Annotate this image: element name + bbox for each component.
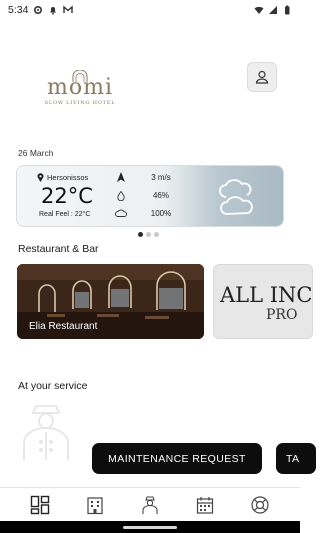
mail-icon (63, 5, 74, 13)
bell-icon (50, 7, 57, 15)
nav-dashboard[interactable] (28, 493, 52, 517)
nav-calendar[interactable] (193, 493, 217, 517)
dashboard-icon (30, 495, 49, 514)
humidity: 46% (152, 191, 169, 200)
promo-card-all-inclusive[interactable]: ALL INC PRO (213, 264, 313, 339)
promo-subtitle: PRO (266, 307, 298, 323)
logo-wordmark: momi (46, 75, 113, 100)
logo-tagline: SLOW LIVING HOTEL (44, 100, 116, 106)
nav-hotel[interactable] (83, 493, 107, 517)
profile-button[interactable] (247, 62, 277, 92)
temperature: 22°C (41, 184, 93, 208)
wifi-icon (254, 6, 264, 14)
user-icon (255, 70, 269, 84)
carousel-pagination[interactable] (138, 232, 159, 237)
pagination-dot[interactable] (154, 232, 159, 237)
bottom-navigation (0, 487, 300, 521)
status-bar: 5:34 (0, 0, 300, 20)
pagination-dot[interactable] (138, 232, 143, 237)
system-navigation-bar (0, 521, 300, 533)
calendar-icon (197, 496, 214, 514)
humidity-icon (117, 191, 125, 201)
cloud-cover: 100% (150, 209, 172, 218)
promo-title: ALL INC (220, 283, 313, 307)
restaurant-card-title: Elia Restaurant (29, 321, 98, 332)
maintenance-request-button[interactable]: MAINTENANCE REQUEST (92, 443, 262, 474)
settings-icon (34, 5, 43, 15)
signal-icon (269, 6, 277, 14)
cloud-small-icon (115, 209, 127, 217)
weather-location: Hersonissos (37, 173, 88, 182)
cloud-icon (219, 179, 253, 215)
location-name: Hersonissos (47, 173, 89, 182)
restaurant-section-title: Restaurant & Bar (18, 243, 99, 255)
building-icon (87, 496, 103, 514)
concierge-icon (142, 495, 158, 514)
service-section-title: At your service (18, 380, 88, 392)
lifebuoy-icon (251, 495, 269, 514)
pagination-dot[interactable] (146, 232, 151, 237)
real-feel: Real Feel : 22°C (39, 211, 91, 218)
concierge-figure-icon (23, 405, 69, 460)
home-gesture-handle[interactable] (123, 526, 177, 529)
battery-icon (285, 5, 290, 15)
nav-help[interactable] (248, 493, 272, 517)
restaurant-card-elia[interactable]: Elia Restaurant (17, 264, 204, 339)
weather-card[interactable]: Hersonissos 22°C Real Feel : 22°C 3 m/s … (16, 165, 284, 227)
location-pin-icon (37, 173, 44, 182)
nav-concierge[interactable] (138, 493, 162, 517)
wind-direction-icon (117, 172, 125, 182)
hotel-logo: momi SLOW LIVING HOTEL (40, 70, 120, 106)
wind-speed: 3 m/s (151, 173, 171, 182)
service-action-button[interactable]: TA (276, 443, 316, 474)
status-time: 5:34 (8, 4, 29, 16)
weather-date: 26 March (18, 148, 54, 158)
